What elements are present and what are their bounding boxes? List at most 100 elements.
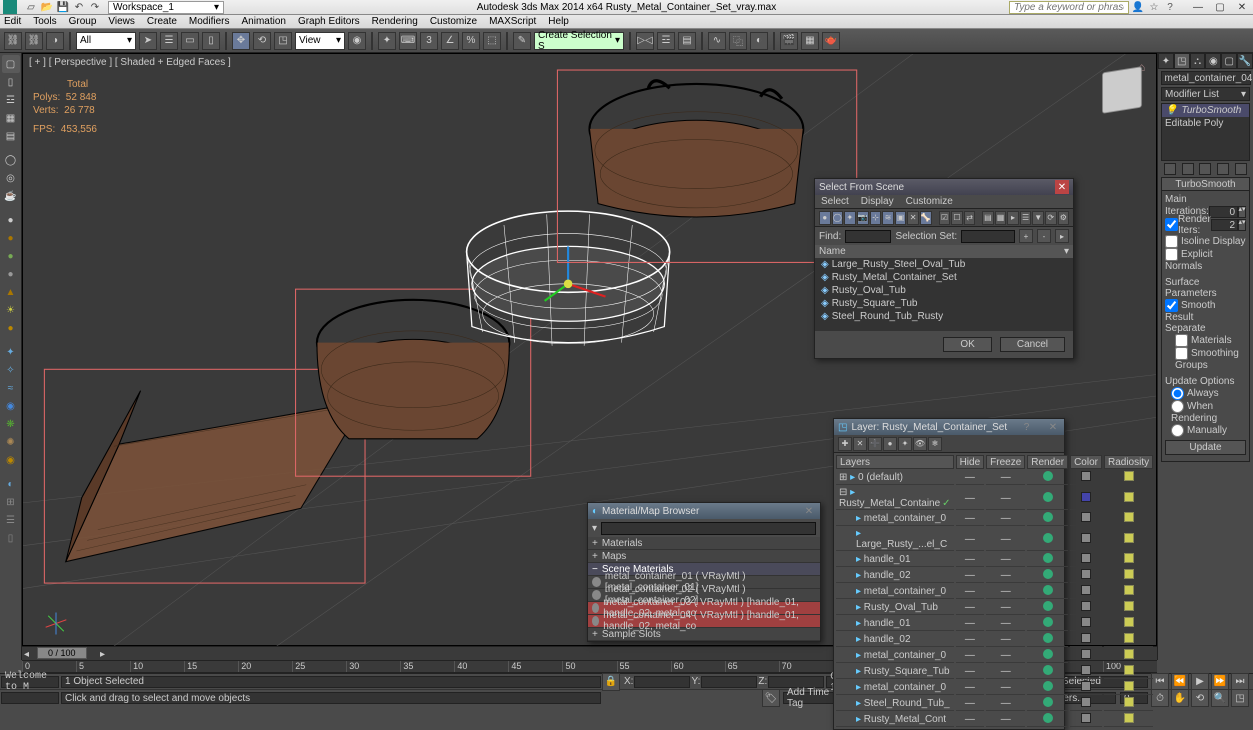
menu-tools[interactable]: Tools (33, 16, 56, 27)
render-icon[interactable] (1043, 649, 1053, 659)
radiosity-icon[interactable] (1124, 665, 1134, 675)
layer-row[interactable]: ▸ Rusty_Square_Tub —— (836, 665, 1153, 679)
mat-item[interactable]: metal_container_04 ( VRayMtl ) [handle_0… (588, 615, 820, 628)
minimize-icon[interactable]: — (1187, 0, 1209, 14)
layer-row[interactable]: ⊟ ▸ Rusty_Metal_Containe✓ —— (836, 487, 1153, 510)
layer-row[interactable]: ▸ handle_02 —— (836, 633, 1153, 647)
cylinder-icon[interactable]: ▯ (2, 73, 20, 91)
expand-icon[interactable]: ▦ (995, 211, 1007, 225)
color-swatch[interactable] (1081, 697, 1091, 707)
layers-icon[interactable]: ▤ (678, 32, 696, 50)
teapot-icon[interactable]: ☕ (2, 187, 20, 205)
angle-snap-icon[interactable]: ∠ (441, 32, 459, 50)
color-swatch[interactable] (1081, 633, 1091, 643)
color-swatch[interactable] (1081, 617, 1091, 627)
menu-views[interactable]: Views (108, 16, 135, 27)
nav-pan-icon[interactable]: ✋ (1171, 689, 1189, 707)
comm-icon[interactable]: ☆ (1147, 0, 1161, 14)
radiosity-icon[interactable] (1124, 649, 1134, 659)
menu-edit[interactable]: Edit (4, 16, 21, 27)
layer-icon[interactable]: ☲ (2, 91, 20, 109)
scene-item[interactable]: ◈Rusty_Oval_Tub (815, 284, 1073, 297)
filter-space-icon[interactable]: ≋ (882, 211, 894, 225)
color-swatch[interactable] (1081, 601, 1091, 611)
effect5-icon[interactable]: ✺ (2, 433, 20, 451)
radiosity-icon[interactable] (1124, 533, 1134, 543)
ok-button[interactable]: OK (943, 337, 991, 352)
layer-row[interactable]: ▸ metal_container_0 —— (836, 585, 1153, 599)
radiosity-icon[interactable] (1124, 471, 1134, 481)
color-swatch[interactable] (1081, 553, 1091, 563)
render-icon[interactable] (1043, 681, 1053, 691)
color-swatch[interactable] (1081, 585, 1091, 595)
scale-icon[interactable]: ◳ (274, 32, 292, 50)
help-icon[interactable]: ? (1020, 420, 1034, 434)
help-icon[interactable]: ? (1163, 0, 1177, 14)
spinner-arrows[interactable]: ▴▾ (1238, 219, 1246, 231)
layer-row[interactable]: ▸ metal_container_0 —— (836, 512, 1153, 526)
effect2-icon[interactable]: ✧ (2, 361, 20, 379)
color-swatch[interactable] (1081, 492, 1091, 502)
mirror-icon[interactable]: ▷◁ (636, 32, 654, 50)
invert-icon[interactable]: ⇄ (964, 211, 976, 225)
remove-mod-icon[interactable] (1217, 163, 1229, 175)
render-iters-check[interactable] (1165, 218, 1178, 231)
render-icon[interactable] (1043, 569, 1053, 579)
search-opts-icon[interactable]: ▾ (592, 523, 597, 534)
curve-editor-icon[interactable]: ∿ (708, 32, 726, 50)
prev-key-icon[interactable]: ⏪ (1171, 673, 1189, 691)
prev-frame-icon[interactable]: ◂ (24, 649, 34, 659)
color-swatch[interactable] (1081, 512, 1091, 522)
update-button[interactable]: Update (1165, 440, 1246, 455)
freeze-icon[interactable]: ❄ (928, 437, 942, 451)
ball1-icon[interactable]: ● (2, 211, 20, 229)
scene-item[interactable]: ◈Rusty_Square_Tub (815, 297, 1073, 310)
close-icon[interactable]: ✕ (1055, 180, 1069, 194)
all-icon[interactable]: ☑ (939, 211, 951, 225)
effect1-icon[interactable]: ✦ (2, 343, 20, 361)
selset-field[interactable] (961, 230, 1015, 243)
play-icon[interactable]: ▶ (1191, 673, 1209, 691)
layer-row[interactable]: ▸ Steel_Round_Tub_ —— (836, 697, 1153, 711)
menu-customize[interactable]: Customize (430, 16, 477, 27)
radiosity-icon[interactable] (1124, 569, 1134, 579)
window-cross-icon[interactable]: ▯ (202, 32, 220, 50)
script-mini[interactable]: Welcome to M (1, 676, 59, 688)
radiosity-icon[interactable] (1124, 697, 1134, 707)
menu-create[interactable]: Create (147, 16, 177, 27)
menu-maxscript[interactable]: MAXScript (489, 16, 536, 27)
color-swatch[interactable] (1081, 665, 1091, 675)
menu-animation[interactable]: Animation (241, 16, 285, 27)
bind-icon[interactable]: ◑ (46, 32, 64, 50)
create-tab-icon[interactable]: ✦ (1158, 53, 1174, 69)
expand-icon[interactable]: ⊟ (839, 487, 847, 498)
lock-icon[interactable]: 🔒 (602, 673, 620, 691)
iterations-spinner[interactable]: 0 (1209, 206, 1238, 218)
render-frame-icon[interactable]: ▦ (801, 32, 819, 50)
time-slider-knob[interactable]: 0 / 100 (37, 647, 87, 659)
keyboard-icon[interactable]: ⌨ (399, 32, 417, 50)
radiosity-icon[interactable] (1124, 601, 1134, 611)
pin-stack-icon[interactable] (1164, 163, 1176, 175)
menu-group[interactable]: Group (69, 16, 97, 27)
maximize-icon[interactable]: ▢ (1209, 0, 1231, 14)
add-sel-icon[interactable]: ➕ (868, 437, 882, 451)
ball4-icon[interactable]: ● (2, 265, 20, 283)
close-icon[interactable]: ✕ (802, 504, 816, 518)
sel-obj-icon[interactable]: ● (883, 437, 897, 451)
z-field[interactable] (768, 676, 824, 688)
radiosity-icon[interactable] (1124, 633, 1134, 643)
workspace-dropdown[interactable]: Workspace_1▾ (108, 1, 224, 14)
timetag-icon[interactable]: 🏷 (762, 689, 780, 707)
modify-tab-icon[interactable]: ◳ (1174, 53, 1190, 69)
ref-coord[interactable]: View▾ (295, 32, 345, 50)
manipulate-icon[interactable]: ✦ (378, 32, 396, 50)
render-icon[interactable] (1043, 665, 1053, 675)
grid-icon[interactable]: ▦ (2, 109, 20, 127)
config-icon[interactable] (1235, 163, 1247, 175)
menu-help[interactable]: Help (548, 16, 569, 27)
named-selset-edit-icon[interactable]: ✎ (513, 32, 531, 50)
cone-icon[interactable]: ▲ (2, 283, 20, 301)
util2-icon[interactable]: ⊞ (2, 493, 20, 511)
next-frame-icon[interactable]: ▸ (100, 649, 110, 659)
